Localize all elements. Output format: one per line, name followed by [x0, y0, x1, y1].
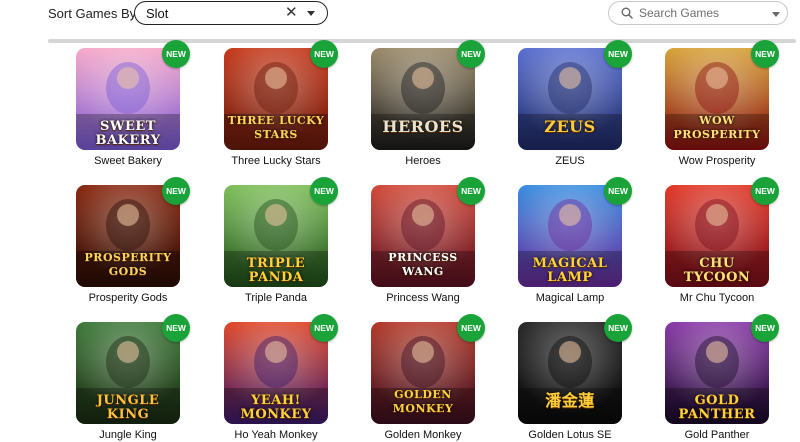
game-thumbnail[interactable]: Princess Wang	[371, 185, 475, 287]
game-art-title: Wow Prosperity	[673, 114, 761, 141]
new-badge: NEW	[310, 314, 338, 342]
game-tile[interactable]: ZEUS NEW ZEUS	[518, 40, 648, 180]
game-name[interactable]: Golden Monkey	[361, 429, 485, 441]
sort-label: Sort Games By:	[48, 6, 140, 21]
new-badge: NEW	[457, 40, 485, 68]
game-art-title: Chu Tycoon	[683, 256, 751, 285]
new-badge: NEW	[751, 314, 779, 342]
game-name[interactable]: Three Lucky Stars	[214, 155, 338, 167]
game-tile[interactable]: Gold Panther NEW Gold Panther	[665, 314, 795, 442]
close-icon[interactable]: ✕	[285, 5, 298, 20]
game-tile[interactable]: Three Lucky Stars NEW Three Lucky Stars	[224, 40, 354, 180]
game-name[interactable]: Triple Panda	[214, 292, 338, 304]
game-name[interactable]: Golden Lotus SE	[508, 429, 632, 441]
game-name[interactable]: Heroes	[361, 155, 485, 167]
new-badge: NEW	[751, 177, 779, 205]
game-art-title: Princess Wang	[388, 251, 458, 278]
game-tile[interactable]: Sweet Bakery NEW Sweet Bakery	[76, 40, 206, 180]
game-tile[interactable]: Triple Panda NEW Triple Panda	[224, 177, 354, 317]
game-art-title: Gold Panther	[678, 393, 756, 422]
game-name[interactable]: Jungle King	[66, 429, 190, 441]
new-badge: NEW	[310, 177, 338, 205]
search-chevron-down-icon[interactable]	[772, 12, 780, 17]
game-thumbnail[interactable]: Magical Lamp	[518, 185, 622, 287]
game-art-title: Golden Monkey	[392, 388, 454, 415]
game-name[interactable]: Princess Wang	[361, 292, 485, 304]
game-name[interactable]: Sweet Bakery	[66, 155, 190, 167]
game-name[interactable]: ZEUS	[508, 155, 632, 167]
game-art-title: Jungle King	[96, 393, 160, 422]
game-name[interactable]: Gold Panther	[655, 429, 779, 441]
game-art-title: Yeah! Monkey	[240, 393, 312, 422]
game-name[interactable]: Magical Lamp	[508, 292, 632, 304]
game-thumbnail[interactable]: Jungle King	[76, 322, 180, 424]
game-tile[interactable]: Princess Wang NEW Princess Wang	[371, 177, 501, 317]
game-art-title: Three Lucky Stars	[227, 114, 325, 141]
game-art-title: Sweet Bakery	[95, 119, 161, 148]
new-badge: NEW	[162, 40, 190, 68]
game-tile[interactable]: Chu Tycoon NEW Mr Chu Tycoon	[665, 177, 795, 317]
new-badge: NEW	[751, 40, 779, 68]
new-badge: NEW	[457, 314, 485, 342]
search-icon	[621, 7, 633, 19]
search-box[interactable]	[608, 1, 788, 25]
new-badge: NEW	[162, 177, 190, 205]
game-thumbnail[interactable]: Heroes	[371, 48, 475, 150]
game-name[interactable]: Ho Yeah Monkey	[214, 429, 338, 441]
game-thumbnail[interactable]: Triple Panda	[224, 185, 328, 287]
game-thumbnail[interactable]: Yeah! Monkey	[224, 322, 328, 424]
game-thumbnail[interactable]: Golden Monkey	[371, 322, 475, 424]
divider	[48, 39, 796, 43]
sort-select-value[interactable]: Slot	[146, 6, 168, 21]
game-thumbnail[interactable]: Prosperity Gods	[76, 185, 180, 287]
game-grid: Sweet Bakery NEW Sweet Bakery Three Lucky S…	[0, 40, 800, 442]
search-input[interactable]	[639, 5, 767, 21]
new-badge: NEW	[162, 314, 190, 342]
game-tile[interactable]: 潘金蓮 NEW Golden Lotus SE	[518, 314, 648, 442]
game-art-title: ZEUS	[544, 117, 596, 136]
game-thumbnail[interactable]: Chu Tycoon	[665, 185, 769, 287]
game-tile[interactable]: Golden Monkey NEW Golden Monkey	[371, 314, 501, 442]
game-thumbnail[interactable]: Gold Panther	[665, 322, 769, 424]
game-art-title: Prosperity Gods	[84, 251, 172, 278]
new-badge: NEW	[310, 40, 338, 68]
game-thumbnail[interactable]: Wow Prosperity	[665, 48, 769, 150]
game-thumbnail[interactable]: ZEUS	[518, 48, 622, 150]
game-tile[interactable]: Jungle King NEW Jungle King	[76, 314, 206, 442]
sort-select[interactable]: Slot ✕	[134, 1, 328, 25]
game-tile[interactable]: Yeah! Monkey NEW Ho Yeah Monkey	[224, 314, 354, 442]
game-thumbnail[interactable]: Three Lucky Stars	[224, 48, 328, 150]
game-art-title: Triple Panda	[246, 256, 306, 285]
new-badge: NEW	[604, 40, 632, 68]
game-thumbnail[interactable]: 潘金蓮	[518, 322, 622, 424]
game-name[interactable]: Mr Chu Tycoon	[655, 292, 779, 304]
chevron-down-icon[interactable]	[307, 11, 315, 16]
game-thumbnail[interactable]: Sweet Bakery	[76, 48, 180, 150]
toolbar: Sort Games By: Slot ✕	[0, 0, 800, 43]
game-art-title: Magical Lamp	[532, 256, 608, 285]
game-tile[interactable]: Prosperity Gods NEW Prosperity Gods	[76, 177, 206, 317]
game-name[interactable]: Wow Prosperity	[655, 155, 779, 167]
game-name[interactable]: Prosperity Gods	[66, 292, 190, 304]
game-tile[interactable]: Magical Lamp NEW Magical Lamp	[518, 177, 648, 317]
new-badge: NEW	[604, 177, 632, 205]
game-art-title: 潘金蓮	[545, 391, 595, 410]
game-art-title: Heroes	[382, 117, 464, 136]
game-tile[interactable]: Wow Prosperity NEW Wow Prosperity	[665, 40, 795, 180]
game-tile[interactable]: Heroes NEW Heroes	[371, 40, 501, 180]
new-badge: NEW	[457, 177, 485, 205]
new-badge: NEW	[604, 314, 632, 342]
